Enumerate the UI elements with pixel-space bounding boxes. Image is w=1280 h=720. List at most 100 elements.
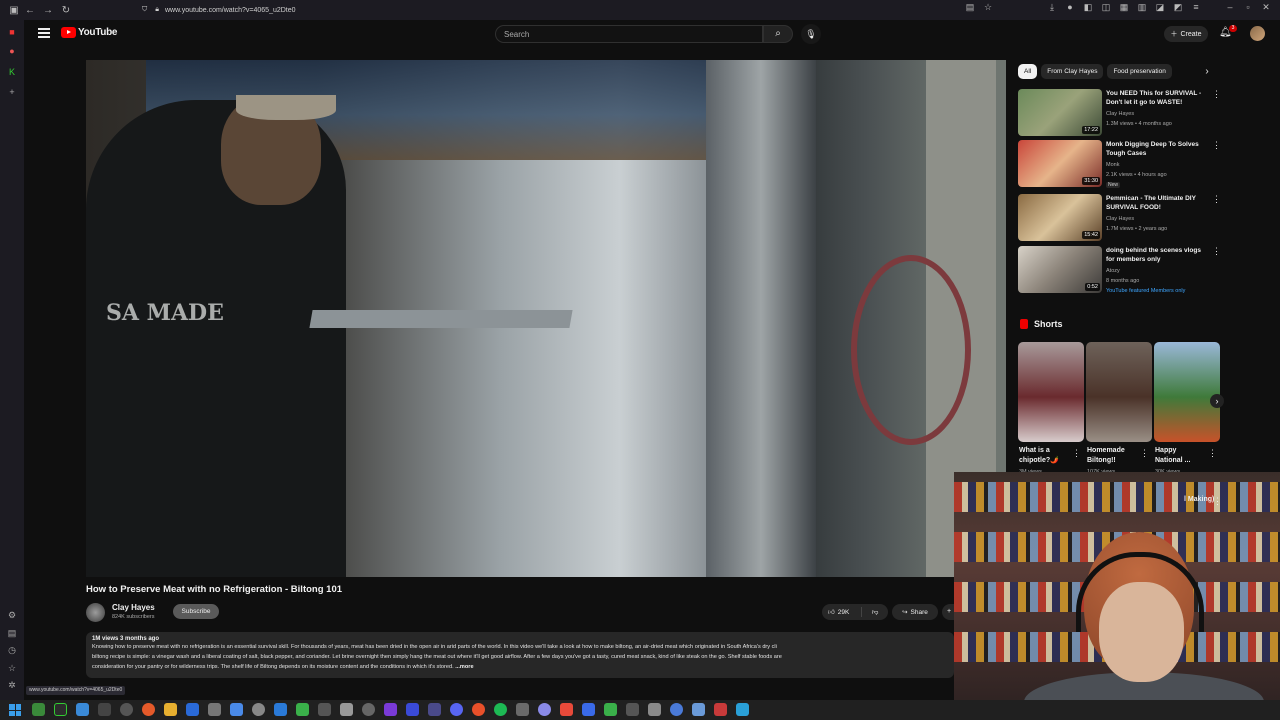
taskbar-app-icon[interactable] [428, 703, 441, 716]
video-thumbnail[interactable]: 15:42 [1018, 194, 1102, 241]
video-thumbnail[interactable]: 0:52 [1018, 246, 1102, 293]
more-options-icon[interactable]: ⋮ [1212, 140, 1221, 151]
short-title[interactable]: Homemade Biltong!! [1087, 446, 1137, 466]
taskbar-app-icon[interactable] [32, 703, 45, 716]
settings-icon[interactable]: ⚙ [6, 610, 18, 622]
extension-icon[interactable]: ▦ [1118, 2, 1130, 16]
taskbar-app-icon[interactable] [648, 703, 661, 716]
taskbar-app-icon[interactable] [670, 703, 683, 716]
discord-icon[interactable] [450, 703, 463, 716]
youtube-logo[interactable]: YouTube [61, 27, 118, 38]
chip-food-preservation[interactable]: Food preservation [1107, 64, 1172, 79]
download-icon[interactable]: ⤓ [1046, 2, 1058, 16]
video-thumbnail[interactable]: 31:30 [1018, 140, 1102, 187]
taskbar-app-icon[interactable] [296, 703, 309, 716]
history-icon[interactable]: ◷ [6, 645, 18, 657]
account-icon[interactable]: ● [1064, 2, 1076, 16]
chevron-right-icon[interactable]: › [1200, 65, 1214, 79]
extension-icon[interactable]: ◫ [1100, 2, 1112, 16]
windows-start-icon[interactable] [9, 704, 21, 716]
more-options-icon[interactable]: ⋮ [1072, 448, 1081, 459]
taskbar-app-icon[interactable] [714, 703, 727, 716]
taskbar-app-icon[interactable] [318, 703, 331, 716]
taskbar-app-icon[interactable] [626, 703, 639, 716]
taskbar-app-icon[interactable] [230, 703, 243, 716]
more-options-icon[interactable]: ⋮ [1212, 194, 1221, 205]
hamburger-menu-icon[interactable] [38, 28, 50, 38]
more-options-icon[interactable]: ⋮ [1140, 448, 1149, 459]
extension-icon[interactable]: ▥ [1136, 2, 1148, 16]
user-avatar[interactable] [1250, 26, 1265, 41]
short-thumbnail[interactable] [1086, 342, 1152, 442]
taskbar-app-icon[interactable] [340, 703, 353, 716]
taskbar-app-icon[interactable] [736, 703, 749, 716]
taskbar-app-icon[interactable] [252, 703, 265, 716]
taskbar-app-icon[interactable] [582, 703, 595, 716]
taskbar-app-icon[interactable] [384, 703, 397, 716]
app-menu-icon[interactable]: ≡ [1190, 2, 1202, 16]
recommendation-item[interactable]: 17:22 You NEED This for SURVIVAL - Don't… [1018, 89, 1221, 137]
create-button[interactable]: ＋ Create [1164, 26, 1208, 42]
video-player[interactable]: SA MADE [86, 60, 1006, 577]
short-thumbnail[interactable] [1154, 342, 1220, 442]
recommendation-item[interactable]: 15:42 Pemmican - The Ultimate DIY SURVIV… [1018, 194, 1221, 242]
more-options-icon[interactable]: ⋮ [1212, 246, 1221, 257]
taskbar-app-icon[interactable] [516, 703, 529, 716]
share-button[interactable]: ↪ Share [892, 604, 938, 620]
spotify-icon[interactable] [494, 703, 507, 716]
chip-from-channel[interactable]: From Clay Hayes [1041, 64, 1104, 79]
new-tab-icon[interactable]: + [6, 87, 18, 99]
short-title[interactable]: Happy National ... [1155, 446, 1205, 466]
back-icon[interactable]: ← [22, 2, 38, 18]
extension-icon[interactable]: ◧ [1082, 2, 1094, 16]
forward-icon[interactable]: → [40, 2, 56, 18]
subscribe-button[interactable]: Subscribe [173, 604, 219, 619]
search-input[interactable]: Search [495, 25, 763, 43]
description-box[interactable]: 1M views 3 months ago Knowing how to pre… [86, 632, 954, 678]
taskbar-app-icon[interactable] [54, 703, 67, 716]
recommendation-item[interactable]: 0:52 doing behind the scenes vlogs for m… [1018, 246, 1221, 294]
taskbar-app-icon[interactable] [208, 703, 221, 716]
recommendation-item[interactable]: 31:30 Monk Digging Deep To Solves Tough … [1018, 140, 1221, 188]
bookmarks-icon[interactable]: ☆ [6, 663, 18, 675]
reader-icon[interactable]: ▤ [6, 628, 18, 640]
taskbar-app-icon[interactable] [186, 703, 199, 716]
video-thumbnail[interactable]: 17:22 [1018, 89, 1102, 136]
taskbar-app-icon[interactable] [692, 703, 705, 716]
tab-icon[interactable]: K [6, 67, 18, 79]
like-button[interactable]: 👍︎ 29K [822, 607, 862, 617]
taskbar-app-icon[interactable] [120, 703, 133, 716]
sidebar-toggle-icon[interactable]: ▣ [6, 2, 22, 18]
microphone-icon[interactable]: 🎙︎ [801, 24, 821, 44]
taskbar-app-icon[interactable] [406, 703, 419, 716]
taskbar-app-icon[interactable] [538, 703, 551, 716]
extension-icon[interactable]: ◩ [1172, 2, 1184, 16]
channel-name[interactable]: Clay Hayes [112, 603, 155, 612]
taskbar-app-icon[interactable] [560, 703, 573, 716]
shorts-next-arrow-icon[interactable]: › [1210, 394, 1224, 408]
show-more-link[interactable]: ...more [455, 664, 473, 670]
chip-all[interactable]: All [1018, 64, 1038, 79]
minimize-icon[interactable]: – [1224, 2, 1236, 16]
settings-gear-icon[interactable]: ✲ [6, 680, 18, 692]
firefox-icon[interactable] [142, 703, 155, 716]
more-options-icon[interactable]: ⋮ [1213, 496, 1222, 507]
search-icon[interactable]: ⌕ [763, 25, 793, 43]
extension-icon[interactable]: ◪ [1154, 2, 1166, 16]
reader-icon[interactable]: ▤ [964, 2, 976, 16]
taskbar-app-icon[interactable] [76, 703, 89, 716]
short-title[interactable]: What is a chipotle?🌶️ [1019, 446, 1069, 466]
youtube-tab-icon[interactable]: ■ [6, 27, 18, 39]
bookmark-star-icon[interactable]: ☆ [982, 2, 994, 16]
taskbar-app-icon[interactable] [98, 703, 111, 716]
url-bar[interactable]: ⛉ 🔒︎ www.youtube.com/watch?v=4065_u2Dte0 [142, 2, 1022, 18]
more-options-icon[interactable]: ⋮ [1212, 89, 1221, 100]
taskbar-app-icon[interactable] [604, 703, 617, 716]
close-icon[interactable]: ✕ [1260, 2, 1272, 16]
more-options-icon[interactable]: ⋮ [1208, 448, 1217, 459]
dislike-button[interactable]: 👎︎ [862, 608, 888, 616]
maximize-icon[interactable]: ▫ [1242, 2, 1254, 16]
short-thumbnail[interactable] [1018, 342, 1084, 442]
tab-icon[interactable]: ● [6, 46, 18, 58]
channel-avatar[interactable] [86, 603, 105, 622]
